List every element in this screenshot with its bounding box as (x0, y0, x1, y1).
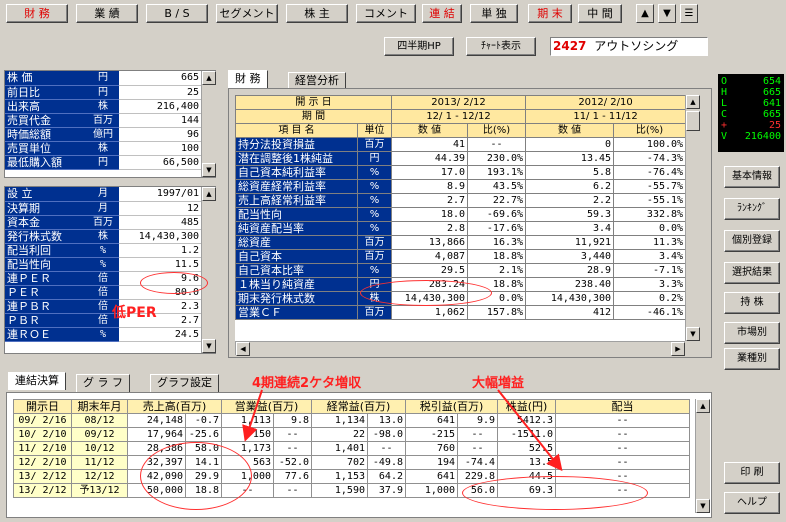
annotation-arrows (242, 389, 563, 472)
